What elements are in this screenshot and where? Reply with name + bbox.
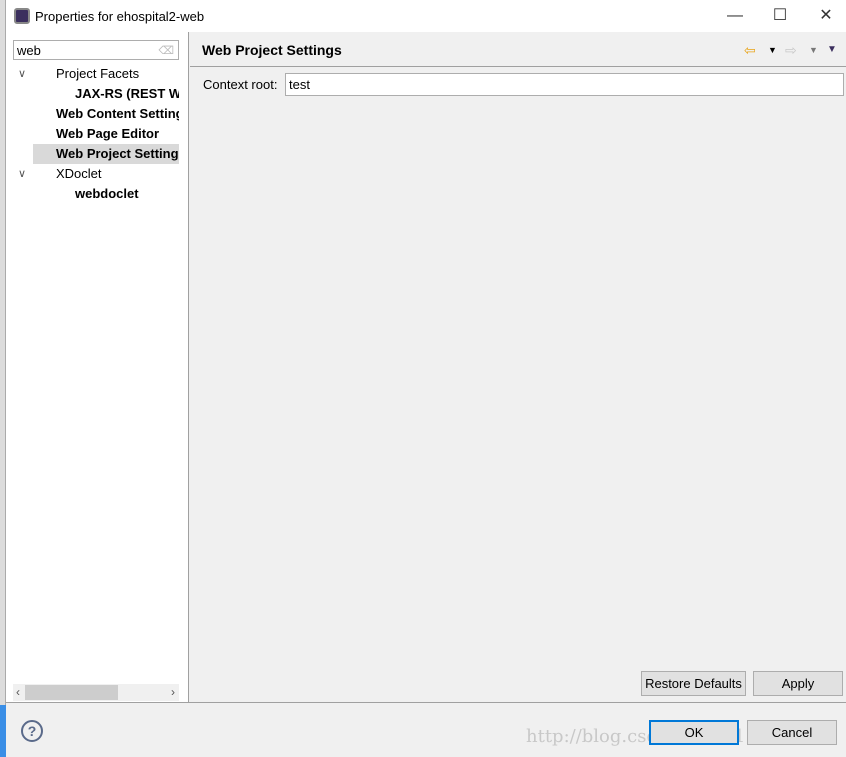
tree-item-webdoclet[interactable]: webdoclet (6, 184, 179, 204)
restore-defaults-button[interactable]: Restore Defaults (641, 671, 746, 696)
ok-button[interactable]: OK (649, 720, 739, 745)
tree-label: XDoclet (56, 166, 102, 181)
tree-item-web-project-settings[interactable]: Web Project Setting (33, 144, 179, 164)
chevron-down-icon[interactable]: ∨ (18, 64, 26, 84)
tree-item-jax-rs[interactable]: JAX-RS (REST We (6, 84, 179, 104)
close-button[interactable]: ✕ (811, 4, 841, 28)
minimize-button[interactable]: — (720, 4, 750, 28)
back-arrow-icon[interactable]: ⇦ (744, 42, 756, 58)
view-menu-icon[interactable]: ▼ (827, 42, 837, 58)
chevron-down-icon[interactable]: ∨ (18, 164, 26, 184)
tree-label: Web Page Editor (56, 126, 160, 141)
scroll-right-icon[interactable]: › (171, 684, 175, 701)
window-title: Properties for ehospital2-web (35, 9, 205, 24)
tree-item-xdoclet[interactable]: ∨ XDoclet (6, 164, 179, 184)
tree-item-web-content-settings[interactable]: Web Content Setting (6, 104, 179, 124)
scrollbar-thumb[interactable] (25, 685, 118, 700)
forward-dropdown-icon[interactable]: ▼ (809, 42, 818, 58)
scroll-left-icon[interactable]: ‹ (16, 684, 20, 701)
context-root-input[interactable]: test (285, 73, 844, 96)
tree-item-project-facets[interactable]: ∨ Project Facets (6, 64, 179, 84)
footer-divider (6, 702, 846, 703)
forward-arrow-icon[interactable]: ⇨ (785, 42, 797, 58)
tree-label: Web Content Setting (56, 106, 179, 121)
horizontal-scrollbar[interactable]: ‹ › (13, 684, 179, 701)
tree-label: Web Project Setting (56, 146, 179, 161)
page-title: Web Project Settings (202, 42, 342, 58)
tree-item-web-page-editor[interactable]: Web Page Editor (6, 124, 179, 144)
title-bar: Properties for ehospital2-web — ☐ ✕ (6, 0, 846, 32)
apply-button[interactable]: Apply (753, 671, 843, 696)
help-icon[interactable]: ? (21, 720, 43, 742)
tree-label: Project Facets (56, 66, 140, 81)
tree-label: webdoclet (75, 186, 139, 201)
cancel-button[interactable]: Cancel (747, 720, 837, 745)
clear-filter-icon[interactable]: ⌫ (158, 44, 174, 57)
maximize-button[interactable]: ☐ (765, 4, 795, 28)
tree-label: JAX-RS (REST We (75, 86, 179, 101)
filter-text: web (17, 43, 41, 58)
back-dropdown-icon[interactable]: ▼ (768, 42, 777, 58)
header-divider (190, 66, 846, 67)
properties-dialog: Properties for ehospital2-web — ☐ ✕ web … (6, 0, 846, 757)
eclipse-icon (14, 8, 30, 24)
settings-page: Web Project Settings ⇦ ▼ ⇨ ▼ ▼ Context r… (190, 32, 846, 702)
filter-input[interactable]: web ⌫ (13, 40, 179, 60)
context-root-label: Context root: (203, 77, 278, 92)
navigation-panel: web ⌫ ∨ Project Facets JAX-RS (REST We W… (6, 32, 189, 702)
